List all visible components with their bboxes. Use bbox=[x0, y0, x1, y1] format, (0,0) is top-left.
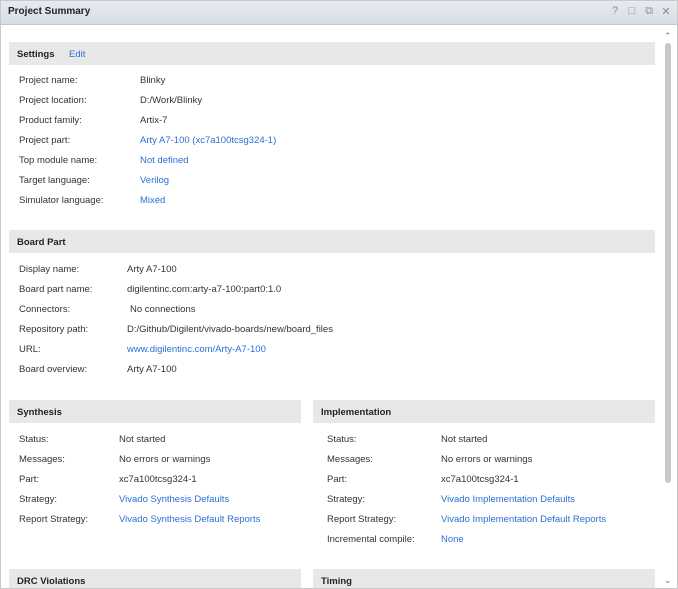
settings-row-value: D:/Work/Blinky bbox=[140, 95, 203, 106]
implementation-row-label: Incremental compile: bbox=[327, 534, 415, 545]
project-summary-window: Project Summary ? □ ⧉ ✕ Settings Edit Pr… bbox=[0, 0, 678, 589]
synthesis-row-value: Not started bbox=[119, 434, 166, 445]
settings-header-label: Settings bbox=[17, 49, 55, 60]
board-part-row-label: Connectors: bbox=[19, 304, 71, 315]
title-bar: Project Summary ? □ ⧉ ✕ bbox=[1, 1, 677, 25]
synthesis-row-label: Report Strategy: bbox=[19, 514, 89, 525]
implementation-row-value[interactable]: Vivado Implementation Default Reports bbox=[441, 514, 606, 525]
settings-section-header: Settings Edit bbox=[9, 42, 655, 65]
implementation-row-label: Part: bbox=[327, 474, 348, 485]
board-part-row-label: Repository path: bbox=[19, 324, 89, 335]
implementation-row-value: xc7a100tcsg324-1 bbox=[441, 474, 519, 485]
synthesis-header-label: Synthesis bbox=[17, 407, 62, 418]
vertical-scrollbar[interactable]: ⌃ ⌄ bbox=[663, 25, 673, 588]
synthesis-row-value[interactable]: Vivado Synthesis Default Reports bbox=[119, 514, 260, 525]
board-part-section-header: Board Part bbox=[9, 230, 655, 253]
synthesis-section-header: Synthesis bbox=[9, 400, 301, 423]
settings-row-value: Artix-7 bbox=[140, 115, 168, 126]
settings-row-label: Project name: bbox=[19, 75, 78, 86]
board-part-row-label: Board overview: bbox=[19, 364, 88, 375]
board-part-row-value: digilentinc.com:arty-a7-100:part0:1.0 bbox=[127, 284, 282, 295]
window-controls: ? □ ⧉ ✕ bbox=[610, 5, 671, 18]
board-part-row-value: Arty A7-100 bbox=[127, 264, 177, 275]
restore-icon[interactable]: □ bbox=[627, 5, 637, 18]
board-part-row-value: D:/Github/Digilent/vivado-boards/new/boa… bbox=[127, 324, 333, 335]
board-part-header-label: Board Part bbox=[17, 237, 66, 248]
board-part-row-value[interactable]: www.digilentinc.com/Arty-A7-100 bbox=[127, 344, 266, 355]
timing-header-label: Timing bbox=[321, 576, 352, 587]
board-part-row-label: URL: bbox=[19, 344, 41, 355]
summary-content: Settings Edit Project name: Blinky Project… bbox=[9, 35, 655, 588]
scrollbar-thumb[interactable] bbox=[665, 43, 671, 483]
board-part-row-value: No connections bbox=[130, 304, 196, 315]
implementation-row-value[interactable]: Vivado Implementation Defaults bbox=[441, 494, 575, 505]
drc-header-label: DRC Violations bbox=[17, 576, 86, 587]
board-part-row-value: Arty A7-100 bbox=[127, 364, 177, 375]
synthesis-row-value: xc7a100tcsg324-1 bbox=[119, 474, 197, 485]
settings-row-value[interactable]: Verilog bbox=[140, 175, 169, 186]
synthesis-row-value: No errors or warnings bbox=[119, 454, 211, 465]
implementation-header-label: Implementation bbox=[321, 407, 392, 418]
settings-row-label: Target language: bbox=[19, 175, 90, 186]
settings-row-label: Project location: bbox=[19, 95, 87, 106]
settings-row-value[interactable]: Mixed bbox=[140, 195, 165, 206]
implementation-row-label: Status: bbox=[327, 434, 357, 445]
implementation-section-header: Implementation bbox=[313, 400, 655, 423]
implementation-row-value: Not started bbox=[441, 434, 488, 445]
scroll-down-icon[interactable]: ⌄ bbox=[664, 575, 672, 586]
implementation-row-value[interactable]: None bbox=[441, 534, 464, 545]
settings-row-label: Top module name: bbox=[19, 155, 98, 166]
settings-edit-link[interactable]: Edit bbox=[69, 49, 85, 60]
settings-row-value[interactable]: Not defined bbox=[140, 155, 189, 166]
implementation-row-label: Report Strategy: bbox=[327, 514, 397, 525]
synthesis-row-value[interactable]: Vivado Synthesis Defaults bbox=[119, 494, 229, 505]
implementation-row-label: Strategy: bbox=[327, 494, 366, 505]
window-title: Project Summary bbox=[8, 6, 91, 17]
timing-section-header: Timing bbox=[313, 569, 655, 588]
implementation-row-label: Messages: bbox=[327, 454, 373, 465]
settings-row-label: Project part: bbox=[19, 135, 71, 146]
board-part-row-label: Board part name: bbox=[19, 284, 93, 295]
close-icon[interactable]: ✕ bbox=[661, 5, 671, 18]
synthesis-row-label: Status: bbox=[19, 434, 49, 445]
drc-violations-section-header: DRC Violations bbox=[9, 569, 301, 588]
board-part-row-label: Display name: bbox=[19, 264, 80, 275]
synthesis-row-label: Strategy: bbox=[19, 494, 58, 505]
settings-row-value: Blinky bbox=[140, 75, 166, 86]
maximize-icon[interactable]: ⧉ bbox=[644, 5, 654, 18]
implementation-row-value: No errors or warnings bbox=[441, 454, 533, 465]
settings-row-value[interactable]: Arty A7-100 (xc7a100tcsg324-1) bbox=[140, 135, 276, 146]
synthesis-row-label: Part: bbox=[19, 474, 40, 485]
help-icon[interactable]: ? bbox=[610, 5, 620, 18]
scroll-up-icon[interactable]: ⌃ bbox=[664, 31, 672, 42]
settings-row-label: Product family: bbox=[19, 115, 82, 126]
synthesis-row-label: Messages: bbox=[19, 454, 65, 465]
settings-row-label: Simulator language: bbox=[19, 195, 104, 206]
